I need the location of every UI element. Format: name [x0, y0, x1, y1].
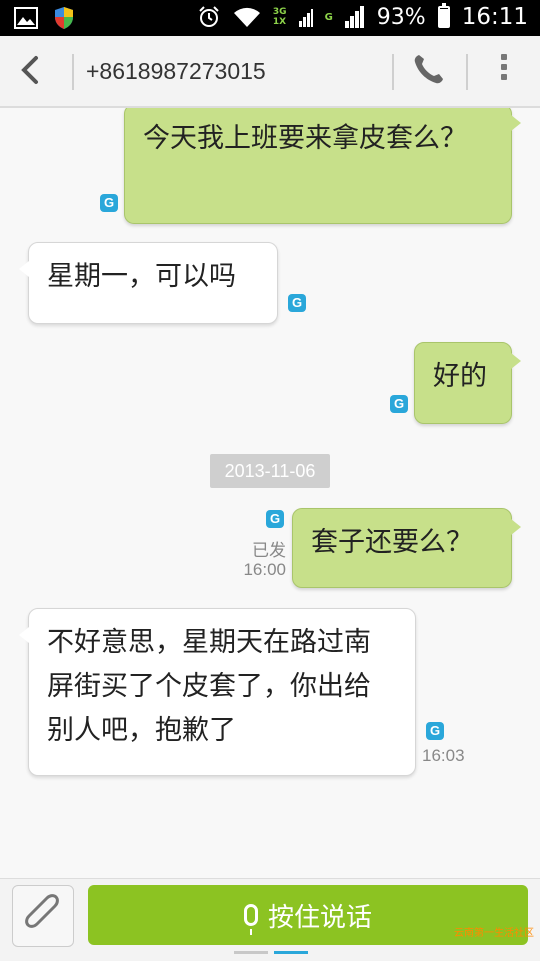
overflow-menu-button[interactable]: [494, 50, 514, 94]
signal-strength-icon-2: [344, 6, 364, 28]
message-text: 不好意思，星期天在路过南屏街买了个皮套了，你出给别人吧，抱歉了: [47, 627, 371, 746]
message-text: 好的: [433, 361, 487, 392]
sim-g-icon: G: [100, 194, 118, 212]
clock-time: 16:11: [461, 4, 528, 30]
page-indicator-dot: [234, 951, 268, 954]
status-bar: 3G 1X G 93% 16:11: [0, 0, 540, 36]
sim-g-icon: G: [426, 722, 444, 740]
phone-icon: [414, 55, 443, 84]
microphone-icon: [243, 904, 258, 935]
message-bubble-incoming[interactable]: 不好意思，星期天在路过南屏街买了个皮套了，你出给别人吧，抱歉了: [19, 608, 416, 776]
message-text: 套子还要么？: [311, 527, 473, 558]
attach-button[interactable]: [12, 885, 74, 947]
alarm-icon: [199, 6, 219, 27]
message-time: 16:00: [243, 560, 286, 579]
header-divider: [392, 54, 394, 90]
network-type-label: 3G 1X: [272, 7, 287, 27]
network-g-label: G: [324, 11, 333, 23]
date-separator: 2013-11-06: [210, 454, 330, 488]
sim-g-icon: G: [288, 294, 306, 312]
conversation-header: +8618987273015: [0, 36, 540, 108]
header-divider: [72, 54, 74, 90]
battery-icon: [437, 3, 450, 28]
page-indicator-dot-active: [274, 951, 308, 954]
contact-number: +8618987273015: [86, 58, 266, 84]
message-bubble-outgoing[interactable]: 今天我上班要来拿皮套么？: [124, 108, 521, 224]
hold-to-talk-label: 按住说话: [267, 902, 372, 933]
message-text: 星期一，可以吗: [47, 261, 236, 292]
battery-level-fill: [439, 9, 448, 26]
watermark: 云南第一生活社区: [454, 928, 534, 939]
sim-g-icon: G: [390, 395, 408, 413]
message-bubble-incoming[interactable]: 星期一，可以吗: [19, 242, 278, 324]
chevron-left-icon: [21, 56, 38, 84]
wifi-icon: [233, 7, 260, 28]
message-bubble-outgoing[interactable]: 好的: [414, 342, 521, 424]
compose-bar: 按住说话: [0, 878, 540, 961]
message-status: 已发: [252, 541, 286, 560]
message-bubble-outgoing[interactable]: 套子还要么？: [292, 508, 521, 588]
signal-strength-icon-1: [298, 9, 313, 27]
paperclip-icon: [25, 894, 59, 928]
gallery-notification-icon: [14, 7, 38, 29]
security-shield-icon: [55, 7, 73, 29]
message-text: 今天我上班要来拿皮套么？: [143, 123, 467, 154]
battery-percent: 93%: [376, 4, 426, 30]
message-list[interactable]: 今天我上班要来拿皮套么？ G 星期一，可以吗 G 好的 G 2013-11-06…: [0, 108, 540, 878]
header-divider: [466, 54, 468, 90]
message-time: 16:03: [422, 746, 465, 765]
call-button[interactable]: [412, 52, 450, 90]
back-button[interactable]: [18, 50, 58, 90]
sim-g-icon: G: [266, 510, 284, 528]
